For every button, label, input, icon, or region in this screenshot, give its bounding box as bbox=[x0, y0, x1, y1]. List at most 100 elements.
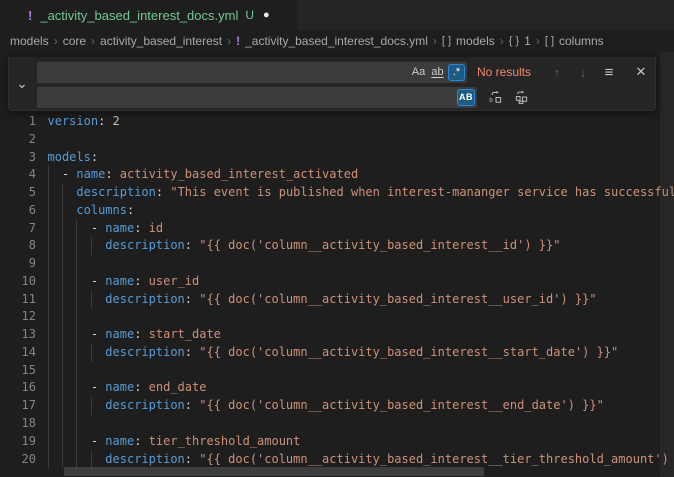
code-text: - name: id bbox=[48, 221, 164, 235]
indent-guide bbox=[48, 255, 49, 273]
line-number: 5 bbox=[0, 184, 36, 202]
code-line[interactable]: 19 - name: tier_threshold_amount bbox=[0, 433, 674, 451]
replace-input[interactable]: - name: $1\n description: "{{ doc('colum… bbox=[37, 87, 477, 108]
chevron-right-icon: › bbox=[500, 34, 504, 48]
indent-guide bbox=[48, 344, 49, 362]
indent-guide bbox=[48, 166, 49, 184]
code-line[interactable]: 5 description: "This event is published … bbox=[0, 184, 674, 202]
preserve-case-toggle[interactable]: AB bbox=[457, 89, 475, 106]
horizontal-scrollbar-thumb[interactable] bbox=[64, 467, 484, 476]
indent-guide bbox=[62, 326, 63, 344]
code-line[interactable]: 10 - name: user_id bbox=[0, 273, 674, 291]
indent-guide bbox=[48, 433, 49, 451]
match-case-toggle[interactable]: Aa bbox=[410, 64, 427, 81]
code-text: - name: start_date bbox=[48, 327, 221, 341]
breadcrumb-item[interactable]: core bbox=[63, 34, 86, 48]
line-number: 7 bbox=[0, 220, 36, 238]
yaml-file-icon: ! bbox=[236, 34, 240, 48]
breadcrumb-item[interactable]: models bbox=[10, 34, 49, 48]
code-line[interactable]: 4 - name: activity_based_interest_activa… bbox=[0, 166, 674, 184]
breadcrumb-item[interactable]: ! _activity_based_interest_docs.yml bbox=[236, 34, 428, 48]
code-text: description: "This event is published wh… bbox=[48, 185, 674, 199]
chevron-right-icon: › bbox=[433, 34, 437, 48]
indent-guide bbox=[91, 344, 92, 362]
replace-button[interactable]: b bbox=[485, 87, 505, 107]
indent-guide bbox=[76, 397, 77, 415]
code-line[interactable]: 11 description: "{{ doc('column__activit… bbox=[0, 291, 674, 309]
toggle-replace-chevron-icon[interactable]: ⌄ bbox=[9, 57, 35, 110]
replace-all-button[interactable] bbox=[511, 87, 531, 107]
indent-guide bbox=[62, 184, 63, 202]
code-line[interactable]: 13 - name: start_date bbox=[0, 326, 674, 344]
code-text: description: "{{ doc('column__activity_b… bbox=[48, 238, 561, 252]
indent-guide bbox=[48, 291, 49, 309]
next-match-button[interactable]: ↓ bbox=[573, 62, 593, 82]
indent-guide bbox=[91, 397, 92, 415]
code-line[interactable]: 7 - name: id bbox=[0, 220, 674, 238]
breadcrumb-label: models bbox=[456, 34, 495, 48]
code-line[interactable]: 14 description: "{{ doc('column__activit… bbox=[0, 344, 674, 362]
line-number: 15 bbox=[0, 362, 36, 380]
code-text: columns: bbox=[48, 203, 135, 217]
close-find-widget-button[interactable]: ✕ bbox=[631, 62, 651, 82]
code-text: description: "{{ doc('column__activity_b… bbox=[48, 292, 597, 306]
indent-guide bbox=[62, 237, 63, 255]
breadcrumb-label: columns bbox=[559, 34, 604, 48]
line-number: 3 bbox=[0, 149, 36, 167]
code-line[interactable]: 3models: bbox=[0, 149, 674, 167]
code-line[interactable]: 16 - name: end_date bbox=[0, 379, 674, 397]
chevron-right-icon: › bbox=[227, 34, 231, 48]
code-line[interactable]: 6 columns: bbox=[0, 202, 674, 220]
indent-guide bbox=[48, 273, 49, 291]
breadcrumb-item[interactable]: { }1 bbox=[509, 34, 531, 48]
breadcrumb-label: _activity_based_interest_docs.yml bbox=[245, 34, 428, 48]
code-line[interactable]: 12 bbox=[0, 308, 674, 326]
indent-guide bbox=[48, 362, 49, 380]
indent-guide bbox=[62, 220, 63, 238]
editor-pane[interactable]: 1version: 223models:4 - name: activity_b… bbox=[0, 52, 674, 477]
line-number: 17 bbox=[0, 397, 36, 415]
modified-dot-icon[interactable]: ● bbox=[263, 0, 270, 30]
indent-guide bbox=[48, 415, 49, 433]
code-line[interactable]: 18 bbox=[0, 415, 674, 433]
regex-toggle[interactable]: .* bbox=[448, 64, 465, 81]
code-line[interactable]: 9 bbox=[0, 255, 674, 273]
indent-guide bbox=[76, 451, 77, 469]
editor-tab[interactable]: ! _activity_based_interest_docs.yml U ● bbox=[0, 0, 297, 30]
breadcrumb-item[interactable]: [ ]models bbox=[442, 34, 495, 48]
indent-guide bbox=[62, 362, 63, 380]
indent-guide bbox=[62, 344, 63, 362]
code-line[interactable]: 17 description: "{{ doc('column__activit… bbox=[0, 397, 674, 415]
symbol-array-icon: [ ] bbox=[545, 35, 554, 47]
indent-guide bbox=[76, 379, 77, 397]
line-number: 10 bbox=[0, 273, 36, 291]
indent-guide bbox=[48, 379, 49, 397]
code-line[interactable]: 1version: 2 bbox=[0, 113, 674, 131]
indent-guide bbox=[48, 220, 49, 238]
code-line[interactable]: 2 bbox=[0, 131, 674, 149]
line-number: 8 bbox=[0, 237, 36, 255]
line-number: 19 bbox=[0, 433, 36, 451]
indent-guide bbox=[76, 237, 77, 255]
chevron-right-icon: › bbox=[91, 34, 95, 48]
previous-match-button[interactable]: ↑ bbox=[547, 62, 567, 82]
whole-word-toggle[interactable]: ab bbox=[429, 64, 446, 81]
indent-guide bbox=[62, 308, 63, 326]
indent-guide bbox=[76, 362, 77, 380]
tab-filename: _activity_based_interest_docs.yml bbox=[40, 8, 238, 23]
code-line[interactable]: 20 description: "{{ doc('column__activit… bbox=[0, 451, 674, 469]
line-number: 14 bbox=[0, 344, 36, 362]
breadcrumb-item[interactable]: activity_based_interest bbox=[100, 34, 222, 48]
code-line[interactable]: 8 description: "{{ doc('column__activity… bbox=[0, 237, 674, 255]
code-text: - name: activity_based_interest_activate… bbox=[48, 167, 359, 181]
code-lines[interactable]: 1version: 223models:4 - name: activity_b… bbox=[0, 113, 674, 468]
find-input[interactable]: \s{6}- name: (.*)\n description: "" Aa a… bbox=[37, 62, 467, 83]
git-status-badge: U bbox=[245, 8, 254, 22]
indent-guide bbox=[48, 308, 49, 326]
code-line[interactable]: 15 bbox=[0, 362, 674, 380]
line-number: 4 bbox=[0, 166, 36, 184]
vertical-scrollbar[interactable] bbox=[660, 52, 674, 477]
indent-guide bbox=[76, 291, 77, 309]
find-in-selection-button[interactable]: ≡ bbox=[599, 62, 619, 82]
breadcrumb-item[interactable]: [ ] columns bbox=[545, 34, 604, 48]
